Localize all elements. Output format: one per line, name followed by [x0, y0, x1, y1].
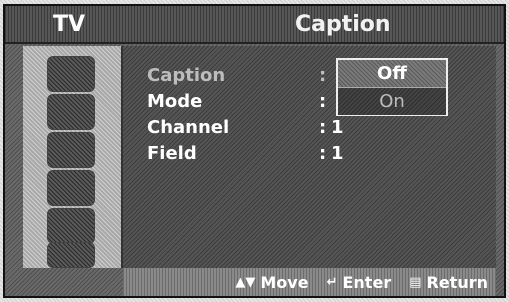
sound-icon[interactable]: [47, 94, 95, 130]
move-label: Move: [260, 272, 309, 292]
menu-label-caption: Caption: [147, 64, 226, 86]
caption-dropdown[interactable]: Off On: [336, 58, 448, 116]
page-title: Caption: [295, 11, 391, 37]
menu-label-channel: Channel: [147, 116, 230, 138]
up-down-arrow-icon: ▲▼: [235, 274, 256, 290]
menu-colon: :: [319, 64, 327, 86]
menu-row-field[interactable]: Field : 1: [147, 142, 344, 164]
menu-row-caption[interactable]: Caption :: [147, 64, 331, 86]
menu-header: TV Caption: [5, 6, 504, 44]
return-hint: ▤ Return: [409, 273, 488, 292]
move-hint: ▲▼ Move: [235, 273, 308, 292]
channel-icon[interactable]: [47, 132, 95, 168]
menu-row-mode[interactable]: Mode :: [147, 90, 331, 112]
sidebar: [23, 46, 123, 268]
enter-label: Enter: [342, 272, 392, 292]
guide-icon[interactable]: [47, 242, 95, 268]
menu-label-mode: Mode: [147, 90, 203, 112]
enter-hint: ↵ Enter: [327, 273, 392, 292]
menu-colon: :: [319, 142, 327, 164]
setup-icon[interactable]: [47, 170, 95, 206]
option-on[interactable]: On: [338, 87, 446, 115]
picture-icon[interactable]: [47, 56, 95, 92]
input-icon[interactable]: [47, 208, 95, 244]
footer-hints: ▲▼ Move ↵ Enter ▤ Return: [123, 268, 496, 296]
tv-menu-window: TV Caption Caption : Mode : Channel: 1 …: [3, 4, 506, 298]
return-label: Return: [426, 272, 489, 292]
menu-value-field: 1: [331, 142, 344, 164]
screen-background: TV Caption Caption : Mode : Channel: 1 …: [0, 0, 509, 302]
menu-value-channel: 1: [331, 116, 344, 138]
enter-icon: ↵: [326, 274, 338, 290]
option-off[interactable]: Off: [338, 60, 446, 87]
tab-tv[interactable]: TV: [5, 6, 180, 42]
menu-row-channel[interactable]: Channel : 1: [147, 116, 344, 138]
caption-menu: Caption : Mode : Channel : 1 Field : 1 O…: [123, 46, 496, 268]
menu-colon: :: [319, 116, 327, 138]
menu-colon: :: [319, 90, 327, 112]
menu-label-field: Field: [147, 142, 197, 164]
return-icon: ▤: [409, 274, 422, 290]
